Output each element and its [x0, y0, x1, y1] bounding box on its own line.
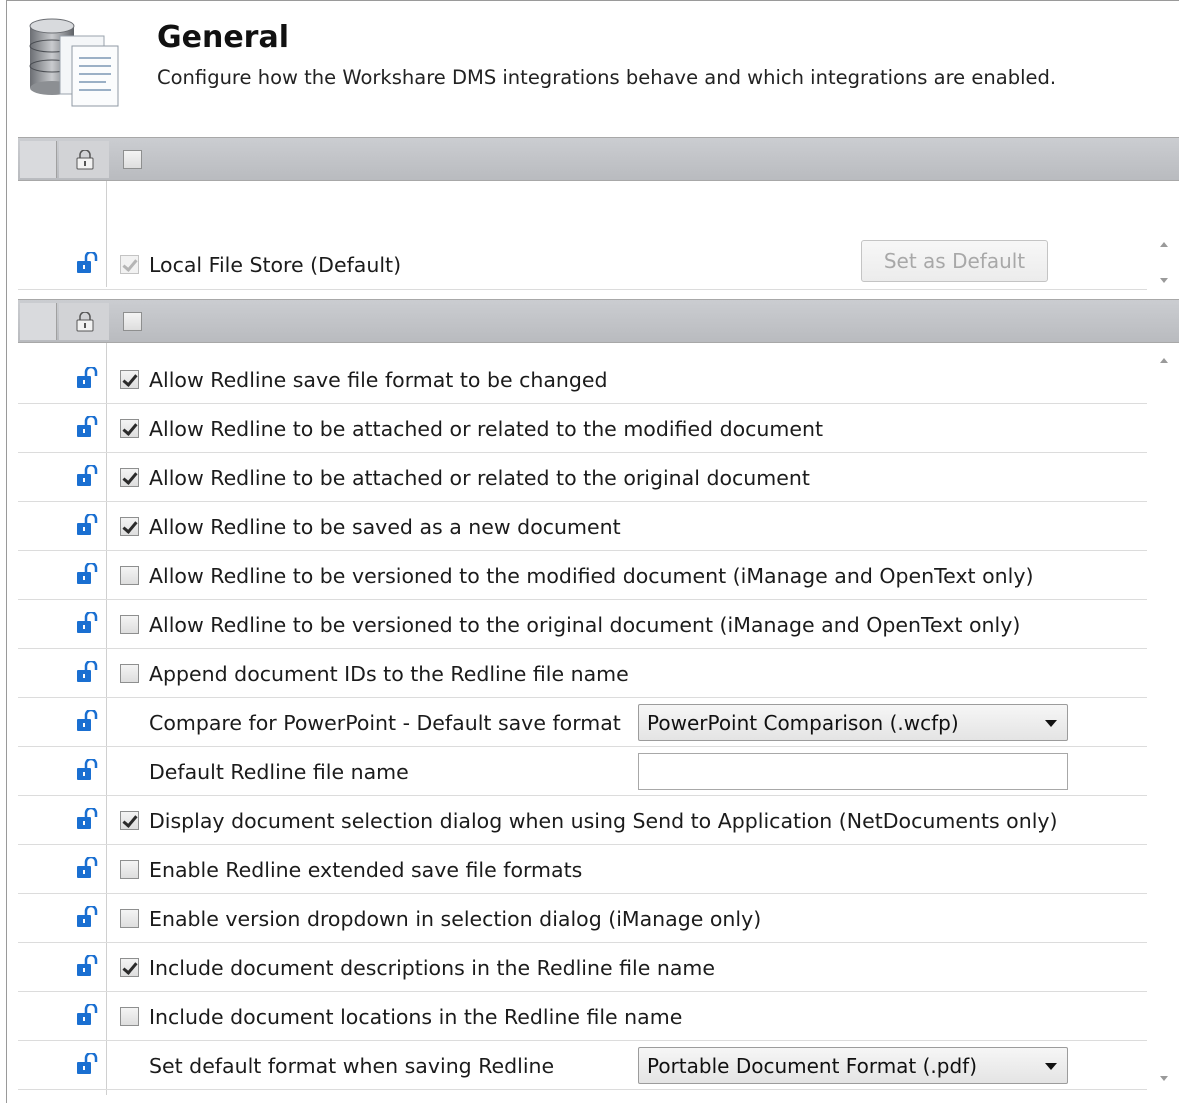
setting-checkbox[interactable]	[120, 958, 139, 977]
setting-row: Default Redline file name	[18, 747, 1147, 796]
setting-label: Allow Redline save file format to be cha…	[149, 368, 608, 392]
unlock-icon[interactable]	[76, 953, 100, 981]
page-title: General	[157, 20, 289, 55]
unlock-icon[interactable]	[76, 806, 100, 834]
setting-label: Set default format when saving Redline	[149, 1054, 555, 1078]
dropdown-value: Portable Document Format (.pdf)	[647, 1054, 978, 1078]
setting-label: Default Redline file name	[149, 760, 409, 784]
setting-row: Set default format when saving Redline Po…	[18, 1041, 1147, 1090]
setting-label: Display document selection dialog when u…	[149, 809, 1058, 833]
setting-label: Enable version dropdown in selection dia…	[149, 907, 762, 931]
unlock-icon[interactable]	[76, 250, 100, 278]
setting-row: Include document locations in the Redlin…	[18, 992, 1147, 1041]
setting-label: Allow Redline to be versioned to the mod…	[149, 564, 1034, 588]
unlock-icon[interactable]	[76, 757, 100, 785]
setting-row: Allow Redline to be attached or related …	[18, 453, 1147, 502]
setting-row: Include document descriptions in the Red…	[18, 943, 1147, 992]
setting-dropdown[interactable]: Portable Document Format (.pdf)	[638, 1047, 1068, 1084]
setting-row: Compare for PowerPoint - Default save fo…	[18, 698, 1147, 747]
setting-row: Enable Redline extended save file format…	[18, 845, 1147, 894]
unlock-icon[interactable]	[76, 1002, 100, 1030]
setting-label: Allow Redline to be attached or related …	[149, 466, 810, 490]
setting-row: Allow Redline to be saved as a new docum…	[18, 502, 1147, 551]
unlock-icon[interactable]	[76, 855, 100, 883]
setting-row: Append document IDs to the Redline file …	[18, 649, 1147, 698]
setting-checkbox[interactable]	[120, 664, 139, 683]
group-header-integrations	[18, 137, 1179, 181]
unlock-icon[interactable]	[76, 904, 100, 932]
setting-label: Allow Redline to be saved as a new docum…	[149, 515, 621, 539]
local-file-store-checkbox[interactable]	[120, 255, 139, 274]
unlock-icon[interactable]	[76, 561, 100, 589]
group-header-settings	[18, 299, 1179, 343]
settings-scrollbar[interactable]	[1148, 344, 1178, 1094]
setting-checkbox[interactable]	[120, 909, 139, 928]
setting-label: Compare for PowerPoint - Default save fo…	[149, 711, 621, 735]
chevron-down-icon	[1045, 1063, 1057, 1070]
group-lock-icon[interactable]	[76, 311, 94, 336]
unlock-icon[interactable]	[76, 610, 100, 638]
setting-checkbox[interactable]	[120, 566, 139, 585]
dropdown-value: PowerPoint Comparison (.wcfp)	[647, 711, 959, 735]
setting-row: Allow Redline to be attached or related …	[18, 404, 1147, 453]
group-lock-icon[interactable]	[76, 149, 94, 174]
unlock-icon[interactable]	[76, 708, 100, 736]
setting-row: Enable version dropdown in selection dia…	[18, 894, 1147, 943]
unlock-icon[interactable]	[76, 512, 100, 540]
group-select-all-checkbox[interactable]	[123, 150, 142, 169]
setting-checkbox[interactable]	[120, 1007, 139, 1026]
setting-dropdown[interactable]: PowerPoint Comparison (.wcfp)	[638, 704, 1068, 741]
page-description: Configure how the Workshare DMS integrat…	[157, 66, 1057, 89]
setting-label: Include document descriptions in the Red…	[149, 956, 715, 980]
setting-checkbox[interactable]	[120, 468, 139, 487]
unlock-icon[interactable]	[76, 1051, 100, 1079]
integrations-scrollbar[interactable]	[1148, 232, 1178, 290]
setting-checkbox[interactable]	[120, 615, 139, 634]
unlock-icon[interactable]	[76, 365, 100, 393]
database-documents-icon	[16, 18, 126, 112]
unlock-icon[interactable]	[76, 414, 100, 442]
setting-row: Display document selection dialog when u…	[18, 796, 1147, 845]
group-select-all-checkbox[interactable]	[123, 312, 142, 331]
chevron-down-icon	[1045, 720, 1057, 727]
setting-label: Enable Redline extended save file format…	[149, 858, 583, 882]
setting-label: Include document locations in the Redlin…	[149, 1005, 683, 1029]
local-file-store-label: Local File Store (Default)	[149, 253, 402, 277]
setting-checkbox[interactable]	[120, 419, 139, 438]
setting-checkbox[interactable]	[120, 370, 139, 389]
setting-label: Allow Redline to be attached or related …	[149, 417, 824, 441]
setting-checkbox[interactable]	[120, 517, 139, 536]
setting-row: Allow Redline to be versioned to the ori…	[18, 600, 1147, 649]
redline-file-name-input[interactable]	[638, 753, 1068, 790]
integration-row-local-file-store: Local File Store (Default) Set as Defaul…	[18, 240, 1147, 290]
setting-checkbox[interactable]	[120, 811, 139, 830]
setting-label: Allow Redline to be versioned to the ori…	[149, 613, 1021, 637]
setting-row: Allow Redline save file format to be cha…	[18, 355, 1147, 404]
set-as-default-button[interactable]: Set as Default	[861, 240, 1048, 282]
setting-label: Append document IDs to the Redline file …	[149, 662, 629, 686]
unlock-icon[interactable]	[76, 659, 100, 687]
setting-row: Allow Redline to be versioned to the mod…	[18, 551, 1147, 600]
unlock-icon[interactable]	[76, 463, 100, 491]
setting-checkbox[interactable]	[120, 860, 139, 879]
